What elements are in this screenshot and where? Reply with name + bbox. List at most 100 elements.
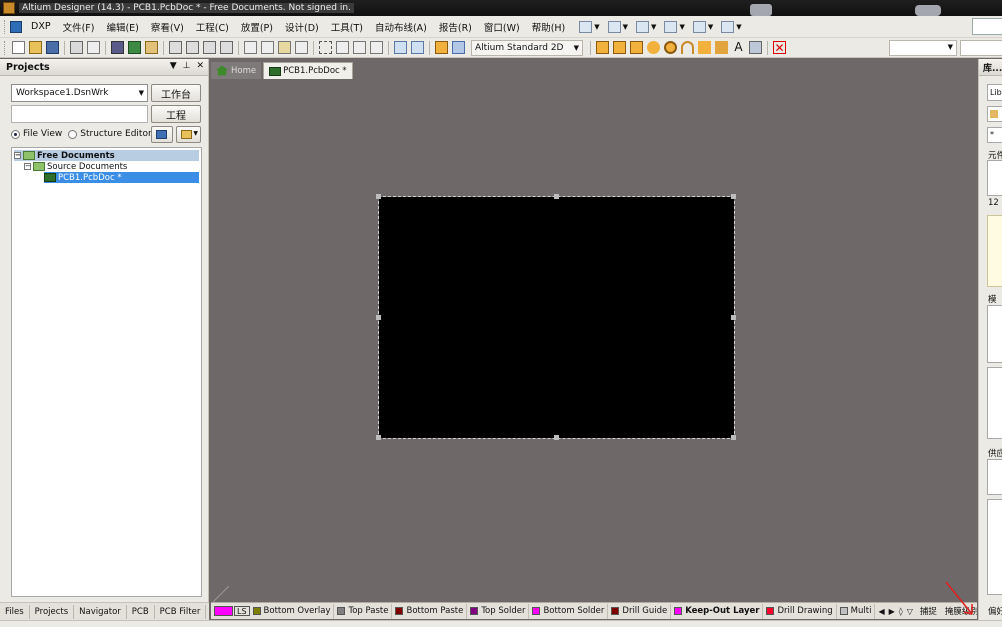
menu-dxp[interactable]: DXP bbox=[25, 21, 57, 32]
resize-handle[interactable] bbox=[554, 435, 559, 440]
library-options-button[interactable] bbox=[987, 106, 1002, 122]
room-icon[interactable] bbox=[692, 20, 706, 33]
tab-pcb-document[interactable]: PCB1.PcbDoc * bbox=[263, 62, 353, 79]
print-preview-icon[interactable] bbox=[87, 41, 100, 54]
current-layer-indicator[interactable]: LS bbox=[214, 604, 250, 618]
snap-button[interactable]: 捕捉 bbox=[916, 605, 941, 617]
pcb-canvas[interactable] bbox=[211, 79, 976, 602]
tab-files[interactable]: Files bbox=[0, 604, 30, 619]
diff-pair-route-icon[interactable] bbox=[613, 41, 626, 54]
scroll-left-icon[interactable]: ◀ bbox=[878, 607, 884, 616]
collapse-icon[interactable]: − bbox=[14, 152, 21, 159]
pad-icon[interactable] bbox=[647, 41, 660, 54]
paste-icon[interactable] bbox=[278, 41, 291, 54]
layer-tab-bottom-solder[interactable]: Bottom Solder bbox=[529, 603, 609, 619]
layer-tab-drill-drawing[interactable]: Drill Drawing bbox=[763, 603, 837, 619]
tab-home[interactable]: Home bbox=[211, 62, 262, 79]
close-icon[interactable]: ✕ bbox=[196, 61, 204, 71]
workspace-select[interactable]: Workspace1.DsnWrk ▼ bbox=[11, 84, 148, 102]
string-icon[interactable]: A bbox=[732, 41, 745, 54]
menu-tools[interactable]: 工具(T) bbox=[325, 20, 369, 34]
pcb-board-outline[interactable] bbox=[376, 194, 736, 440]
tab-pcb[interactable]: PCB bbox=[127, 604, 155, 619]
arc-icon[interactable] bbox=[681, 41, 694, 54]
layer-tab-top-paste[interactable]: Top Paste bbox=[334, 603, 393, 619]
resize-handle[interactable] bbox=[731, 315, 736, 320]
layer-tab-multi[interactable]: Multi bbox=[837, 603, 876, 619]
menubar-grip[interactable] bbox=[4, 19, 7, 34]
browse-component-icon[interactable] bbox=[452, 41, 465, 54]
layer-set-icon[interactable]: ◊ bbox=[899, 607, 903, 616]
chevron-down-icon[interactable]: ▼ bbox=[679, 23, 684, 31]
component-list[interactable] bbox=[987, 160, 1002, 196]
multi-route-icon[interactable] bbox=[630, 41, 643, 54]
tree-node-source-documents[interactable]: − Source Documents bbox=[24, 161, 127, 172]
preferences-tab[interactable]: 偏好 bbox=[988, 605, 1002, 617]
tree-node-pcb1[interactable]: PCB1.PcbDoc * bbox=[44, 172, 199, 183]
menubar-search-input[interactable] bbox=[972, 18, 1002, 35]
via-icon[interactable] bbox=[664, 41, 677, 54]
fill-icon[interactable] bbox=[698, 41, 711, 54]
resize-handle[interactable] bbox=[731, 435, 736, 440]
chevron-down-icon[interactable]: ▼ bbox=[623, 23, 628, 31]
tree-node-free-documents[interactable]: − Free Documents bbox=[14, 150, 199, 161]
array-paste-icon[interactable] bbox=[749, 41, 762, 54]
redo-icon[interactable] bbox=[411, 41, 424, 54]
resize-handle[interactable] bbox=[376, 194, 381, 199]
menu-design[interactable]: 设计(D) bbox=[279, 20, 325, 34]
menu-project[interactable]: 工程(C) bbox=[190, 20, 235, 34]
resize-handle[interactable] bbox=[376, 315, 381, 320]
menu-help[interactable]: 帮助(H) bbox=[526, 20, 572, 34]
open-folder-icon[interactable] bbox=[29, 41, 42, 54]
undo-icon[interactable] bbox=[394, 41, 407, 54]
menu-file[interactable]: 文件(F) bbox=[57, 20, 101, 34]
file-view-radio[interactable] bbox=[11, 129, 20, 139]
cross-probe-icon[interactable] bbox=[435, 41, 448, 54]
zoom-selected-icon[interactable] bbox=[203, 41, 216, 54]
copy-icon[interactable] bbox=[261, 41, 274, 54]
resize-handle[interactable] bbox=[731, 194, 736, 199]
tab-navigator[interactable]: Navigator bbox=[74, 604, 127, 619]
save-icon[interactable] bbox=[46, 41, 59, 54]
pin-icon[interactable]: ⊥ bbox=[183, 61, 191, 71]
menu-view[interactable]: 察看(V) bbox=[145, 20, 190, 34]
zoom-fit-icon[interactable] bbox=[169, 41, 182, 54]
project-button[interactable]: 工程 bbox=[151, 105, 201, 123]
print-icon[interactable] bbox=[70, 41, 83, 54]
resize-handle[interactable] bbox=[554, 194, 559, 199]
menu-edit[interactable]: 编辑(E) bbox=[100, 20, 144, 34]
chevron-down-icon[interactable]: ▼ bbox=[594, 23, 599, 31]
workspace-button[interactable]: 工作台 bbox=[151, 84, 201, 102]
zoom-filter-icon[interactable] bbox=[220, 41, 233, 54]
tab-pcb-filter[interactable]: PCB Filter bbox=[155, 604, 207, 619]
filter-select[interactable]: ▼ bbox=[889, 40, 957, 56]
menu-place[interactable]: 放置(P) bbox=[235, 20, 279, 34]
rubber-stamp-icon[interactable] bbox=[295, 41, 308, 54]
new-file-icon[interactable] bbox=[12, 41, 25, 54]
supplier-list[interactable] bbox=[987, 459, 1002, 495]
scroll-right-icon[interactable]: ▶ bbox=[889, 607, 895, 616]
layer-tab-bottom-overlay[interactable]: Bottom Overlay bbox=[250, 603, 335, 619]
clear-errors-icon[interactable]: ✕ bbox=[773, 41, 786, 54]
menu-reports[interactable]: 报告(R) bbox=[433, 20, 478, 34]
libraries-button[interactable]: Lib bbox=[987, 84, 1002, 101]
align-icon[interactable] bbox=[607, 20, 621, 33]
chart-icon[interactable] bbox=[579, 20, 593, 33]
model-list[interactable] bbox=[987, 305, 1002, 363]
deselect-icon[interactable] bbox=[353, 41, 366, 54]
toolbar-right-input[interactable] bbox=[960, 40, 1002, 56]
project-select[interactable] bbox=[11, 105, 148, 123]
layer-tab-bottom-paste[interactable]: Bottom Paste bbox=[392, 603, 468, 619]
toolbar-grip[interactable] bbox=[4, 40, 7, 55]
interactive-route-icon[interactable] bbox=[596, 41, 609, 54]
resize-handle[interactable] bbox=[376, 435, 381, 440]
library-search-input[interactable]: * bbox=[987, 127, 1002, 143]
move-icon[interactable] bbox=[336, 41, 349, 54]
polygon-pour-icon[interactable] bbox=[715, 41, 728, 54]
chevron-down-icon[interactable]: ▼ bbox=[736, 23, 741, 31]
filter-icon[interactable]: ▽ bbox=[907, 607, 913, 616]
layer-tab-keep-out[interactable]: Keep-Out Layer bbox=[671, 603, 764, 619]
chevron-down-icon[interactable]: ▼ bbox=[708, 23, 713, 31]
structure-editor-radio[interactable] bbox=[68, 129, 78, 139]
clear-filter-icon[interactable] bbox=[370, 41, 383, 54]
